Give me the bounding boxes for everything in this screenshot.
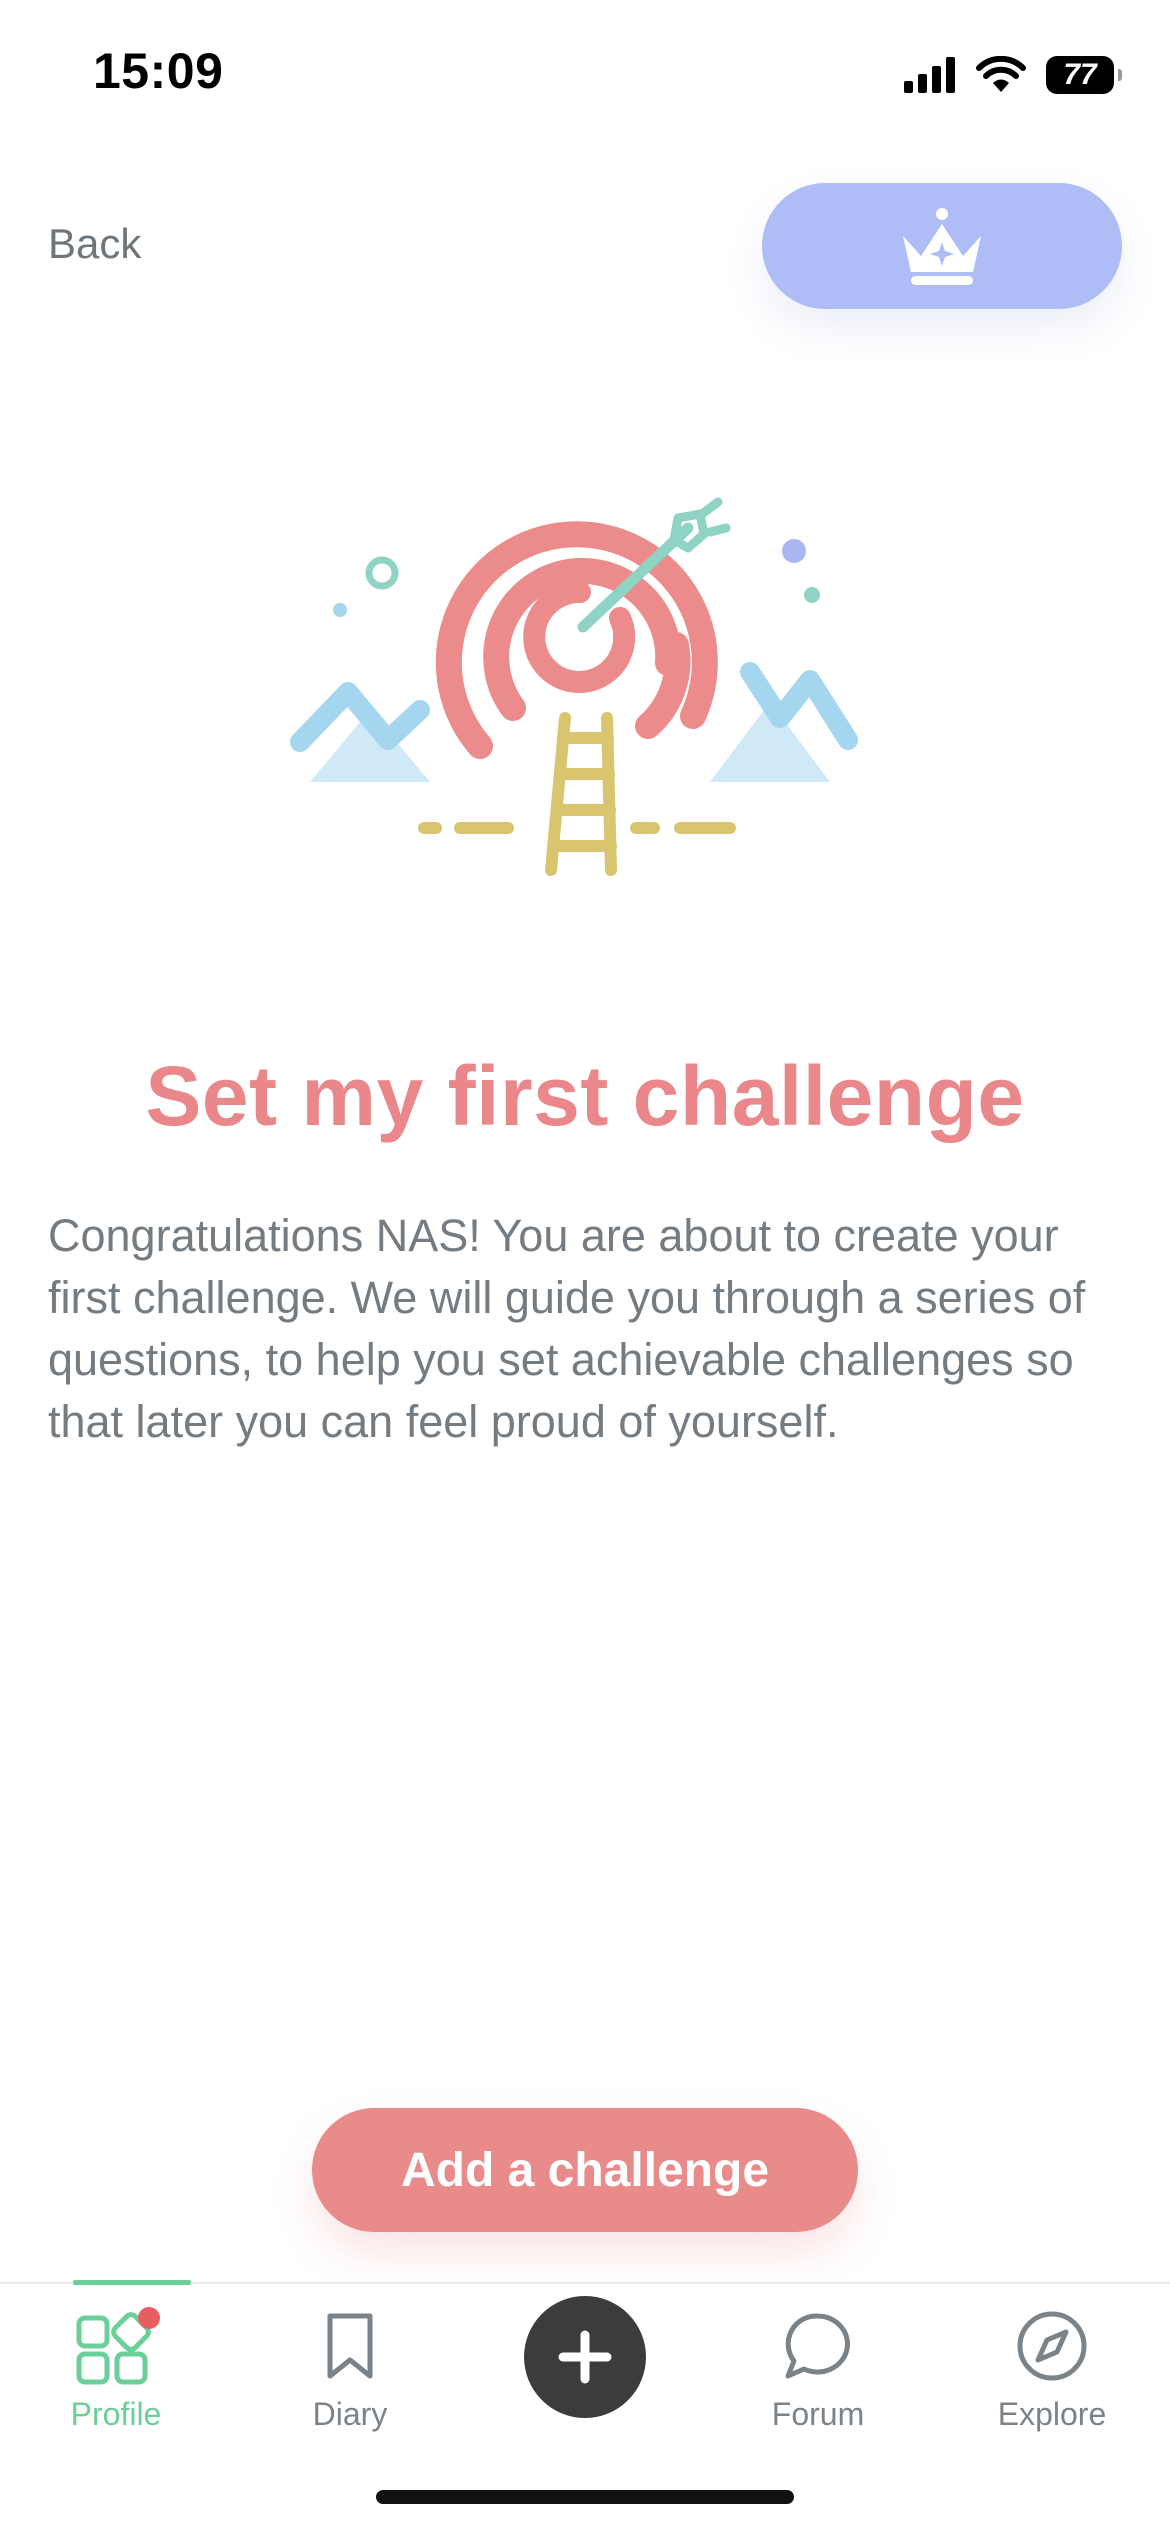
status-bar: 15:09 77 bbox=[0, 0, 1170, 150]
tab-profile[interactable]: Profile bbox=[16, 2280, 216, 2454]
compass-icon bbox=[1012, 2304, 1092, 2388]
notification-badge bbox=[138, 2307, 160, 2329]
intro-text: Congratulations NAS! You are about to cr… bbox=[48, 1210, 1086, 1447]
tab-forum[interactable]: Forum bbox=[718, 2284, 918, 2454]
grid-icon bbox=[71, 2304, 161, 2388]
page-title: Set my first challenge bbox=[145, 1049, 1025, 1143]
home-indicator[interactable] bbox=[376, 2490, 794, 2504]
tab-diary-label: Diary bbox=[312, 2396, 388, 2432]
wifi-icon bbox=[976, 56, 1026, 92]
battery-level: 77 bbox=[1063, 58, 1097, 91]
back-button[interactable]: Back bbox=[48, 220, 141, 268]
crown-icon bbox=[903, 208, 981, 285]
tab-forum-label: Forum bbox=[771, 2396, 865, 2432]
tab-diary[interactable]: Diary bbox=[250, 2284, 450, 2454]
status-time: 15:09 bbox=[93, 43, 224, 99]
battery-icon: 77 bbox=[1046, 56, 1122, 94]
plus-icon bbox=[558, 2330, 612, 2384]
chat-bubble-icon bbox=[778, 2304, 858, 2388]
tab-profile-label: Profile bbox=[70, 2396, 162, 2432]
cellular-signal-icon bbox=[904, 57, 955, 93]
tab-explore[interactable]: Explore bbox=[952, 2284, 1152, 2454]
premium-button[interactable] bbox=[762, 183, 1122, 309]
add-challenge-button[interactable]: Add a challenge bbox=[312, 2108, 858, 2232]
status-icons: 77 bbox=[904, 52, 1122, 98]
bookmark-icon bbox=[320, 2304, 380, 2388]
target-ladder-illustration bbox=[290, 497, 858, 876]
active-tab-indicator bbox=[73, 2280, 191, 2285]
tab-explore-label: Explore bbox=[997, 2396, 1107, 2432]
add-entry-button[interactable] bbox=[524, 2296, 646, 2418]
